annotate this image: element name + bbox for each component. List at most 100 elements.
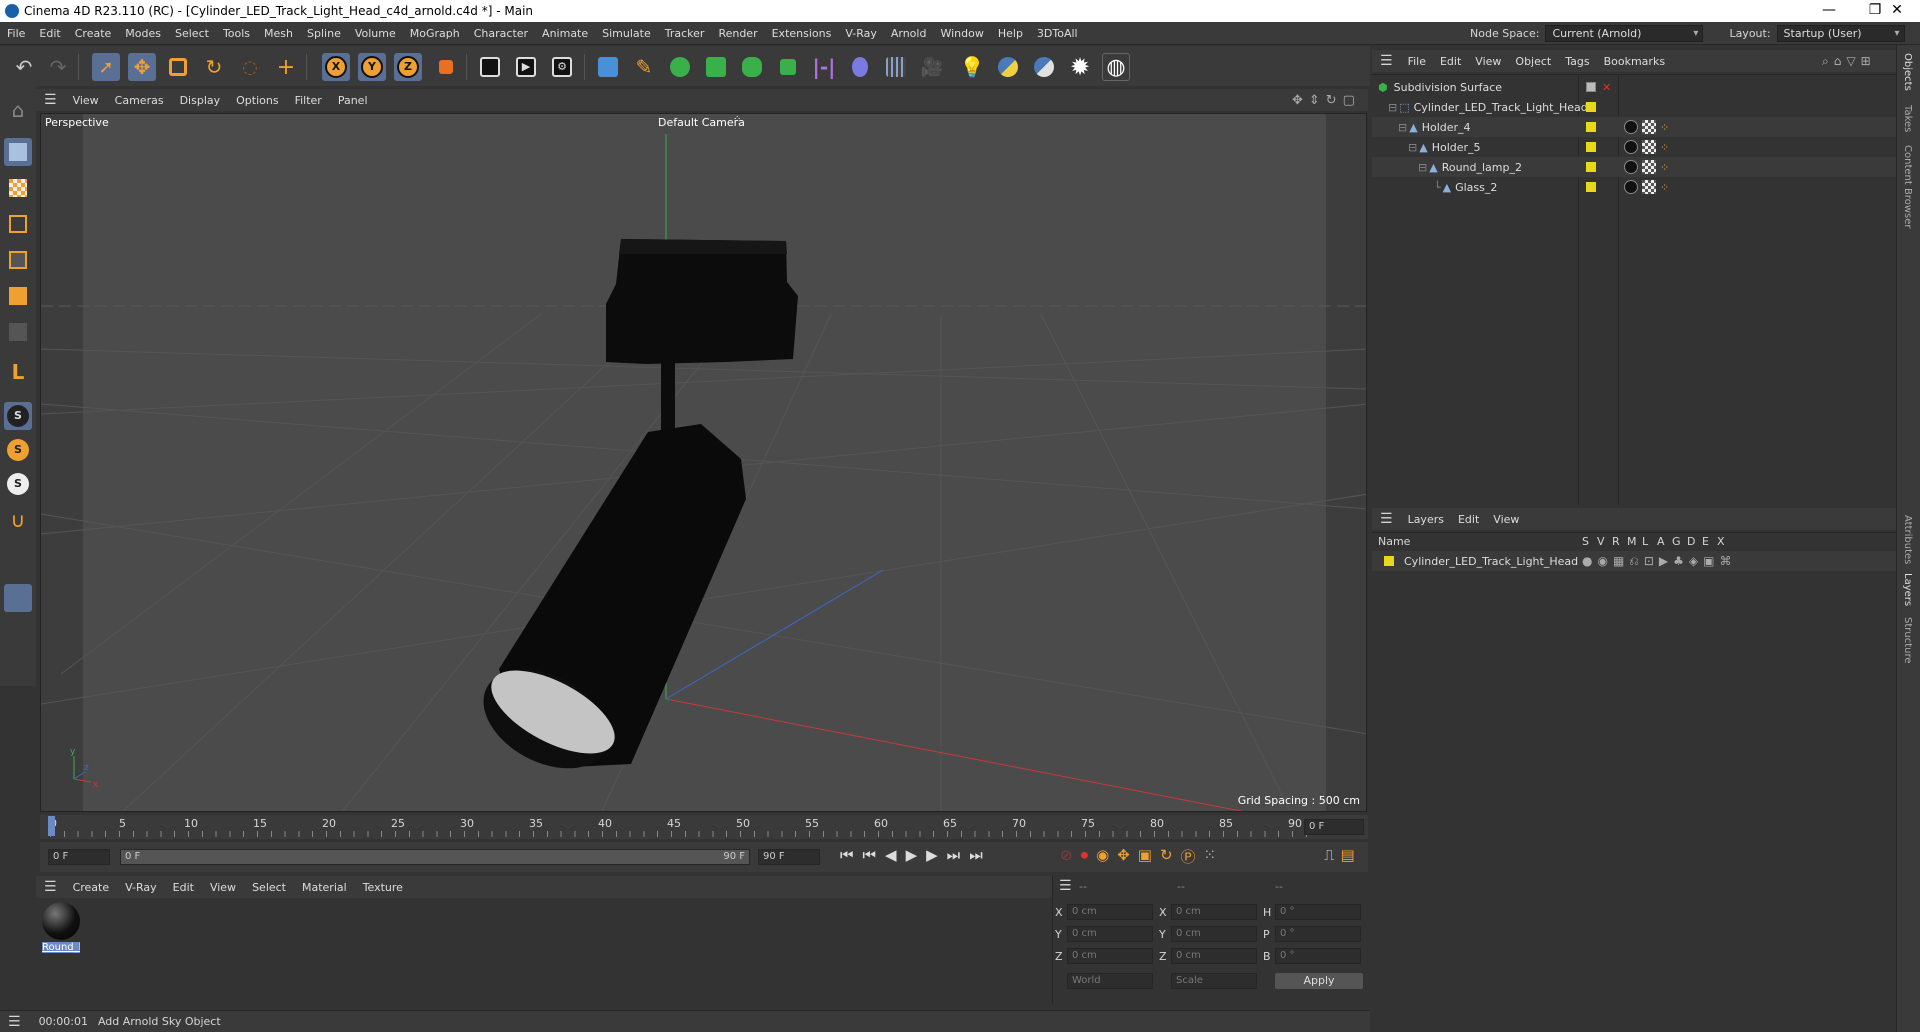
menu-extensions[interactable]: Extensions bbox=[765, 27, 839, 40]
size-y-field[interactable]: 0 cm bbox=[1171, 926, 1257, 942]
workplane-snap-button[interactable]: S bbox=[4, 470, 32, 498]
make-editable-button[interactable]: ⌂ bbox=[4, 96, 32, 124]
key-pla-icon[interactable]: ⁙ bbox=[1204, 846, 1217, 867]
planar-workplane-button[interactable] bbox=[4, 618, 32, 646]
tab-layers[interactable]: Layers bbox=[1902, 573, 1913, 606]
autokey-icon[interactable]: ⏺ bbox=[1081, 846, 1089, 867]
objects-menu-bookmarks[interactable]: Bookmarks bbox=[1597, 55, 1672, 68]
uv-mode-button[interactable] bbox=[4, 318, 32, 346]
position-y-field[interactable]: 0 cm bbox=[1067, 926, 1153, 942]
phong-tag-icon[interactable]: ⁘ bbox=[1660, 141, 1669, 154]
select-tool-button[interactable]: ➚ bbox=[92, 53, 120, 81]
layer-color-icon[interactable] bbox=[1586, 142, 1596, 152]
uvw-tag-icon[interactable] bbox=[1642, 180, 1656, 194]
material-menu-material[interactable]: Material bbox=[294, 881, 355, 894]
viewport-menu-filter[interactable]: Filter bbox=[287, 94, 330, 107]
menu-3dtoall[interactable]: 3DToAll bbox=[1030, 27, 1085, 40]
menu-tracker[interactable]: Tracker bbox=[658, 27, 712, 40]
viewport-menu-cameras[interactable]: Cameras bbox=[107, 94, 172, 107]
workplane-button[interactable] bbox=[4, 548, 32, 576]
objects-search-icons[interactable]: ⌕⌂▽⊞ bbox=[1822, 54, 1876, 69]
start-frame-field[interactable]: 0 F bbox=[48, 849, 110, 865]
layer-color-icon[interactable] bbox=[1586, 162, 1596, 172]
uvw-tag-icon[interactable] bbox=[1642, 160, 1656, 174]
polygons-mode-button[interactable] bbox=[4, 282, 32, 310]
object-row[interactable]: ⊟ ▲ Round_lamp_2 ⁘ bbox=[1372, 157, 1896, 177]
cube-object-button[interactable] bbox=[594, 53, 622, 81]
menu-edit[interactable]: Edit bbox=[32, 27, 67, 40]
menu-tools[interactable]: Tools bbox=[216, 27, 257, 40]
key-parameter-icon[interactable]: Ⓟ bbox=[1181, 846, 1196, 867]
go-to-start-icon[interactable]: ⏮ bbox=[840, 846, 854, 864]
menu-select[interactable]: Select bbox=[168, 27, 216, 40]
material-menu-texture[interactable]: Texture bbox=[355, 881, 411, 894]
menu-arnold[interactable]: Arnold bbox=[884, 27, 934, 40]
material-menu-create[interactable]: Create bbox=[65, 881, 118, 894]
layer-color-icon[interactable] bbox=[1586, 102, 1596, 112]
arnold-settings-button[interactable]: ✹ bbox=[1066, 53, 1094, 81]
layers-menu-layers[interactable]: Layers bbox=[1401, 513, 1451, 526]
model-mode-button[interactable] bbox=[4, 138, 32, 166]
object-row[interactable]: ⊟ ▲ Holder_4 ⁘ bbox=[1372, 117, 1896, 137]
material-menu-select[interactable]: Select bbox=[244, 881, 294, 894]
menu-modes[interactable]: Modes bbox=[118, 27, 168, 40]
coords-menu-icon[interactable]: ☰ bbox=[1059, 878, 1072, 894]
material-tag-icon[interactable] bbox=[1624, 120, 1638, 134]
axis-mode-button[interactable]: L bbox=[4, 358, 32, 386]
end-frame-field[interactable]: 90 F bbox=[758, 849, 820, 865]
viewport-menu-display[interactable]: Display bbox=[172, 94, 229, 107]
menu-simulate[interactable]: Simulate bbox=[595, 27, 658, 40]
object-row[interactable]: └ ▲ Glass_2 ⁘ bbox=[1372, 177, 1896, 197]
interpolation-icon[interactable]: ⎍ bbox=[1324, 846, 1335, 864]
status-menu-icon[interactable]: ☰ bbox=[0, 1014, 29, 1030]
coordinate-system-button[interactable] bbox=[432, 53, 460, 81]
uvw-tag-icon[interactable] bbox=[1642, 120, 1656, 134]
recent-tool-button[interactable]: ◌ bbox=[236, 53, 264, 81]
viewport-menu-view[interactable]: View bbox=[65, 94, 107, 107]
menu-help[interactable]: Help bbox=[991, 27, 1030, 40]
layer-flag-icons[interactable]: ●◉▦⎌⊡▶♣◈▣⌘ bbox=[1582, 554, 1737, 569]
render-settings-button[interactable]: ⚙ bbox=[548, 53, 576, 81]
material-menu-edit[interactable]: Edit bbox=[165, 881, 202, 894]
layers-menu-view[interactable]: View bbox=[1486, 513, 1526, 526]
field-button[interactable] bbox=[846, 53, 874, 81]
phong-tag-icon[interactable]: ⁘ bbox=[1660, 181, 1669, 194]
menu-character[interactable]: Character bbox=[467, 27, 535, 40]
apply-button[interactable]: Apply bbox=[1275, 973, 1363, 989]
python-script-button[interactable] bbox=[1030, 53, 1058, 81]
cloner-button[interactable] bbox=[738, 53, 766, 81]
objects-menu-file[interactable]: File bbox=[1401, 55, 1433, 68]
viewport-menu-icon[interactable]: ☰ bbox=[36, 92, 65, 108]
keyframe-selection-icon[interactable]: ◉ bbox=[1096, 846, 1109, 867]
array-button[interactable] bbox=[774, 53, 802, 81]
tab-takes[interactable]: Takes bbox=[1902, 105, 1913, 132]
tab-content-browser[interactable]: Content Browser bbox=[1902, 145, 1913, 228]
position-z-field[interactable]: 0 cm bbox=[1067, 948, 1153, 964]
snap-button[interactable]: S bbox=[4, 402, 32, 430]
viewport-menu-panel[interactable]: Panel bbox=[330, 94, 376, 107]
viewport-nav-icons[interactable]: ✥⇕↻▢ bbox=[1292, 93, 1361, 108]
live-selection-button[interactable]: + bbox=[272, 53, 300, 81]
layout-dropdown[interactable]: Startup (User) bbox=[1776, 25, 1905, 42]
rotation-p-field[interactable]: 0 ° bbox=[1275, 926, 1361, 942]
tab-attributes[interactable]: Attributes bbox=[1902, 515, 1913, 564]
layer-color-icon[interactable] bbox=[1586, 182, 1596, 192]
go-to-end-icon[interactable]: ⏭ bbox=[969, 846, 983, 864]
disabled-x-icon[interactable]: ✕ bbox=[1602, 81, 1611, 94]
playhead[interactable] bbox=[48, 816, 55, 836]
objects-menu-edit[interactable]: Edit bbox=[1433, 55, 1468, 68]
menu-animate[interactable]: Animate bbox=[535, 27, 595, 40]
timeline-ruler[interactable]: 0 5 10 15 20 25 30 35 40 45 50 55 60 65 … bbox=[40, 815, 1368, 839]
rotate-tool-button[interactable]: ↻ bbox=[200, 53, 228, 81]
material-menu-icon[interactable]: ☰ bbox=[36, 879, 65, 895]
size-mode-dropdown[interactable]: Scale bbox=[1171, 973, 1257, 989]
render-view-button[interactable] bbox=[476, 53, 504, 81]
record-disabled-icon[interactable]: ⊘ bbox=[1060, 846, 1073, 867]
menu-create[interactable]: Create bbox=[68, 27, 119, 40]
phong-tag-icon[interactable]: ⁘ bbox=[1660, 121, 1669, 134]
extrude-generator-button[interactable] bbox=[702, 53, 730, 81]
layer-row[interactable]: Cylinder_LED_Track_Light_Head ●◉▦⎌⊡▶♣◈▣⌘ bbox=[1372, 551, 1896, 571]
magnet-button[interactable]: ∪ bbox=[4, 506, 32, 534]
size-x-field[interactable]: 0 cm bbox=[1171, 904, 1257, 920]
close-button[interactable]: ✕ bbox=[1874, 0, 1920, 22]
